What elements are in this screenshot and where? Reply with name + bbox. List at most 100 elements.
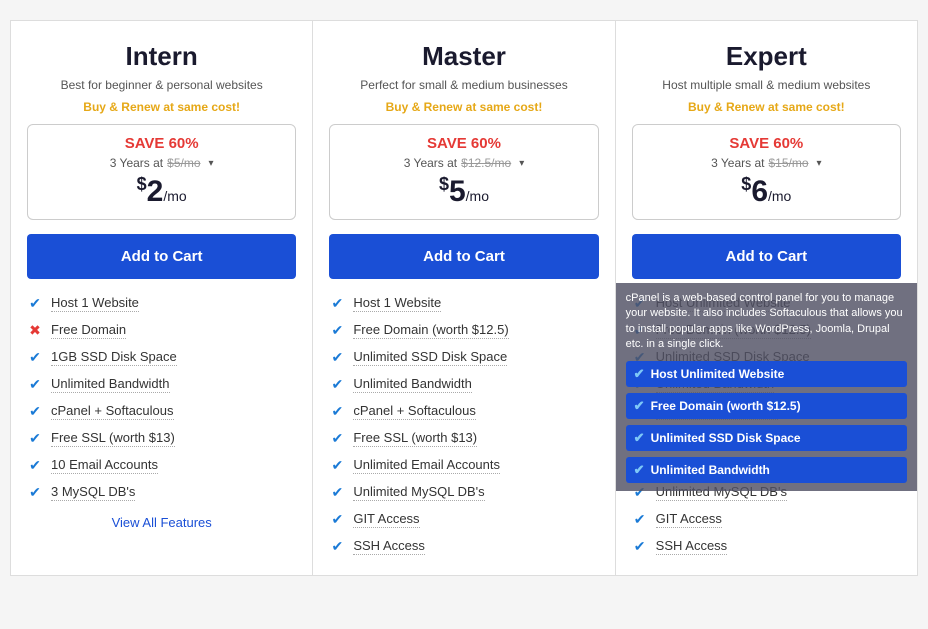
buy-renew-master: Buy & Renew at same cost! [329, 100, 598, 114]
check-icon: ✔ [632, 350, 648, 366]
feature-text-master-9: SSH Access [353, 538, 425, 555]
feature-text-master-4: cPanel + Softaculous [353, 403, 476, 420]
features-list-master: ✔Host 1 Website✔Free Domain (worth $12.5… [329, 295, 598, 555]
dollar-sign-master: $ [439, 174, 449, 194]
feature-text-expert-7: Unlimited MySQL DB's [656, 484, 787, 501]
check-icon: ✔ [27, 404, 43, 420]
per-mo-master: /mo [466, 188, 489, 204]
feature-item-intern-5: ✔Free SSL (worth $13) [27, 430, 296, 447]
feature-text-intern-1: Free Domain [51, 322, 126, 339]
check-icon: ✔ [329, 404, 345, 420]
feature-item-master-8: ✔GIT Access [329, 511, 598, 528]
check-icon: ✔ [329, 512, 345, 528]
save-badge-master: SAVE 60% [427, 135, 501, 152]
plan-title-expert: Expert [632, 41, 901, 72]
feature-item-expert-4: ✔ cPanel + Softaculous [632, 403, 901, 420]
per-mo-intern: /mo [163, 188, 186, 204]
feature-text-expert-3: Unlimited Bandwidth [656, 376, 775, 393]
feature-item-master-3: ✔ Unlimited Bandwidth [329, 376, 598, 393]
feature-item-master-9: ✔SSH Access [329, 538, 598, 555]
buy-renew-expert: Buy & Renew at same cost! [632, 100, 901, 114]
plan-card-expert: Expert Host multiple small & medium websi… [616, 20, 918, 576]
pricing-box-master: SAVE 60% 3 Years at $12.5/mo ▾ $5/mo [329, 124, 598, 220]
feature-item-master-7: ✔Unlimited MySQL DB's [329, 484, 598, 501]
years-label-master: 3 Years at [404, 156, 457, 170]
buy-renew-intern: Buy & Renew at same cost! [27, 100, 296, 114]
feature-item-intern-0: ✔Host 1 Website [27, 295, 296, 312]
feature-text-intern-4: cPanel + Softaculous [51, 403, 174, 420]
check-icon: ✔ [27, 431, 43, 447]
years-row-intern: 3 Years at $5/mo▾ [42, 156, 281, 170]
feature-text-master-1: Free Domain (worth $12.5) [353, 322, 508, 339]
feature-item-expert-9: ✔ SSH Access [632, 538, 901, 555]
feature-item-expert-5: ✔ Free SSL (worth $13) [632, 430, 901, 447]
check-icon: ✔ [329, 485, 345, 501]
add-to-cart-btn-intern[interactable]: Add to Cart [27, 234, 296, 279]
chevron-icon-expert[interactable]: ▾ [817, 158, 822, 169]
feature-item-expert-7: ✔ Unlimited MySQL DB's [632, 484, 901, 501]
view-features-link-intern[interactable]: View All Features [27, 515, 296, 530]
price-main-expert: $6/mo [741, 174, 791, 209]
dollar-sign-expert: $ [741, 174, 751, 194]
check-icon: ✔ [329, 350, 345, 366]
years-label-intern: 3 Years at [110, 156, 163, 170]
check-icon: ✔ [329, 377, 345, 393]
check-icon: ✔ [27, 377, 43, 393]
feature-text-expert-8: GIT Access [656, 511, 722, 528]
plan-card-intern: Intern Best for beginner & personal websi… [10, 20, 313, 576]
price-main-master: $5/mo [439, 174, 489, 209]
check-icon: ✔ [632, 485, 648, 501]
feature-text-expert-2: Unlimited SSD Disk Space [656, 349, 810, 366]
feature-item-intern-4: ✔ cPanel + Softaculous [27, 403, 296, 420]
check-icon: ✔ [632, 296, 648, 312]
plan-subtitle-intern: Best for beginner & personal websites [27, 78, 296, 92]
check-icon: ✔ [27, 458, 43, 474]
feature-text-master-5: Free SSL (worth $13) [353, 430, 477, 447]
check-icon: ✔ [329, 458, 345, 474]
feature-text-expert-1: Free Domain (worth $12.5) [656, 322, 811, 339]
plan-subtitle-expert: Host multiple small & medium websites [632, 78, 901, 92]
feature-text-expert-4: cPanel + Softaculous [656, 403, 779, 420]
check-icon: ✔ [632, 377, 648, 393]
years-row-expert: 3 Years at $15/mo▾ [647, 156, 886, 170]
check-icon: ✔ [329, 431, 345, 447]
years-row-master: 3 Years at $12.5/mo ▾ [344, 156, 583, 170]
feature-item-expert-8: ✔GIT Access [632, 511, 901, 528]
plan-subtitle-master: Perfect for small & medium businesses [329, 78, 598, 92]
check-icon: ✔ [632, 404, 648, 420]
chevron-icon-master[interactable]: ▾ [519, 158, 524, 169]
feature-item-intern-2: ✔1GB SSD Disk Space [27, 349, 296, 366]
plan-title-intern: Intern [27, 41, 296, 72]
feature-text-master-3: Unlimited Bandwidth [353, 376, 472, 393]
feature-item-master-2: ✔ Unlimited SSD Disk Space [329, 349, 598, 366]
save-badge-intern: SAVE 60% [125, 135, 199, 152]
chevron-icon-intern[interactable]: ▾ [209, 158, 214, 169]
plans-container: Intern Best for beginner & personal websi… [10, 20, 918, 576]
per-mo-expert: /mo [768, 188, 791, 204]
feature-text-intern-6: 10 Email Accounts [51, 457, 158, 474]
feature-text-expert-9: SSH Access [656, 538, 728, 555]
check-icon: ✔ [27, 350, 43, 366]
feature-item-expert-1: ✔ Free Domain (worth $12.5) [632, 322, 901, 339]
feature-item-master-5: ✔ Free SSL (worth $13) [329, 430, 598, 447]
check-icon: ✔ [329, 296, 345, 312]
check-icon: ✔ [632, 431, 648, 447]
feature-item-master-0: ✔Host 1 Website [329, 295, 598, 312]
feature-text-intern-0: Host 1 Website [51, 295, 139, 312]
feature-text-expert-5: Free SSL (worth $13) [656, 430, 780, 447]
plan-title-master: Master [329, 41, 598, 72]
price-main-intern: $2/mo [137, 174, 187, 209]
feature-item-intern-6: ✔ 10 Email Accounts [27, 457, 296, 474]
add-to-cart-btn-expert[interactable]: Add to Cart [632, 234, 901, 279]
add-to-cart-btn-master[interactable]: Add to Cart [329, 234, 598, 279]
features-list-expert: ✔Host Unlimited Website✔Free Domain (wor… [632, 295, 901, 555]
check-icon: ✔ [632, 539, 648, 555]
feature-item-master-6: ✔ Unlimited Email Accounts [329, 457, 598, 474]
feature-item-intern-7: ✔3 MySQL DB's [27, 484, 296, 501]
check-icon: ✔ [632, 323, 648, 339]
feature-text-intern-3: Unlimited Bandwidth [51, 376, 170, 393]
original-price-master: $12.5/mo [461, 156, 511, 170]
feature-text-master-2: Unlimited SSD Disk Space [353, 349, 507, 366]
x-icon: ✖ [27, 323, 43, 339]
feature-text-master-6: Unlimited Email Accounts [353, 457, 500, 474]
